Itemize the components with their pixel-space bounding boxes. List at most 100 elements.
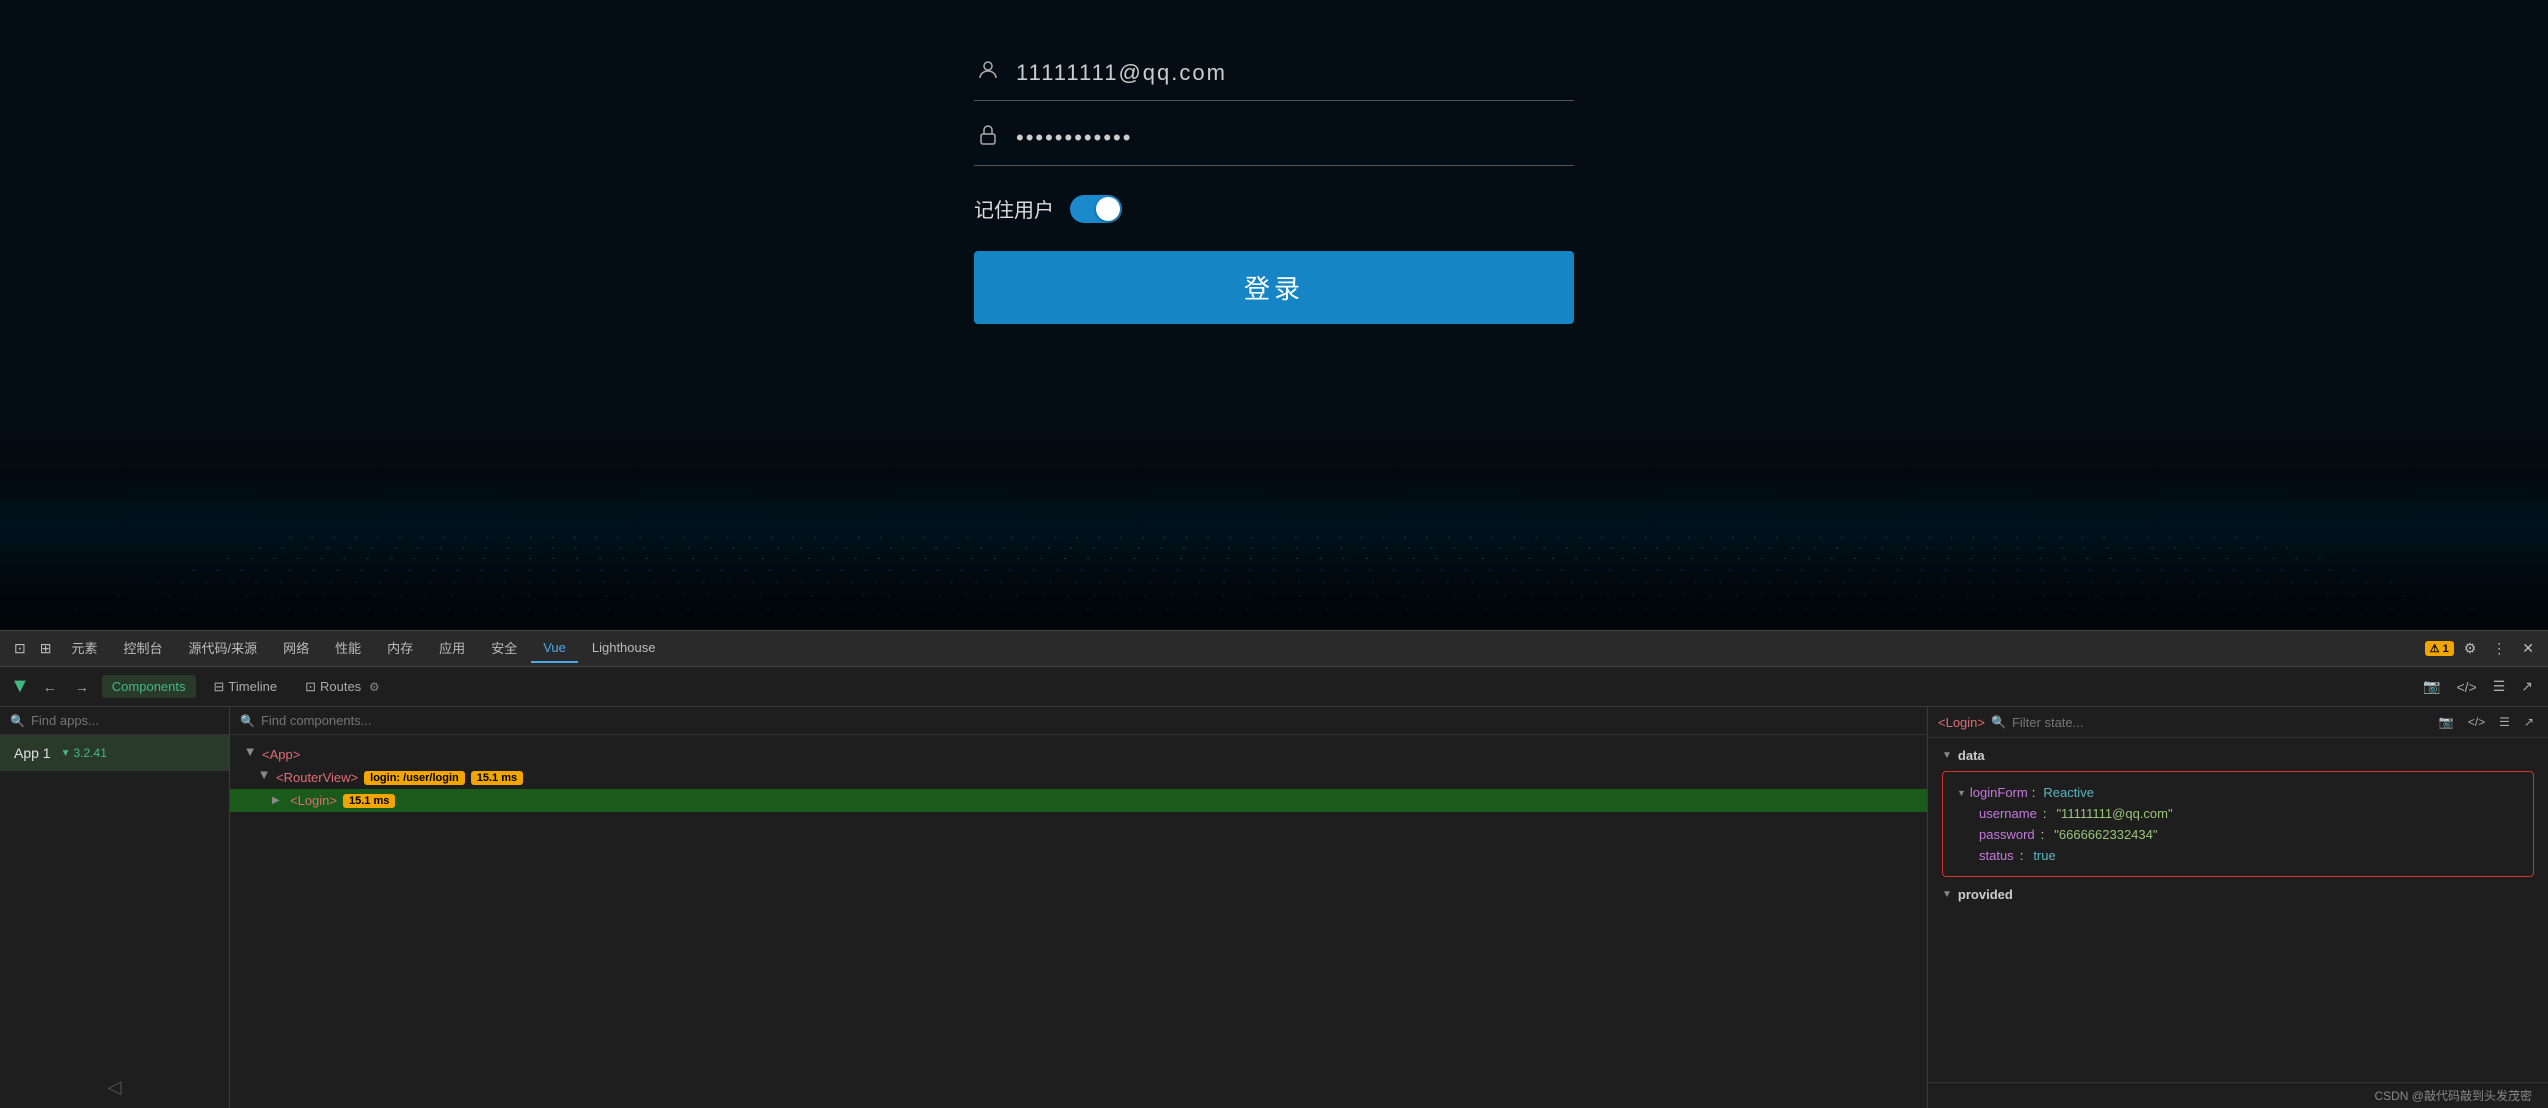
tab-memory[interactable]: 内存: [375, 632, 425, 665]
app-tag: <App>: [262, 747, 300, 762]
login-tag: <Login>: [290, 793, 337, 808]
find-apps-input[interactable]: [31, 713, 219, 728]
state-screenshot-icon[interactable]: 📷: [2435, 713, 2458, 731]
router-view-tag: <RouterView>: [276, 770, 358, 785]
user-icon: [974, 58, 1002, 88]
password-key: password: [1979, 827, 2035, 842]
tree-node-app[interactable]: ▶ <App>: [230, 743, 1927, 766]
devtools-close-icon[interactable]: ✕: [2516, 636, 2540, 661]
password-colon: :: [2041, 827, 2045, 842]
login-form-row: ▼ loginForm : Reactive: [1957, 782, 2519, 803]
devtools-more-icon[interactable]: ⋮: [2486, 636, 2512, 661]
login-form: 记住用户 登录: [974, 46, 1574, 324]
username-colon: :: [2043, 806, 2047, 821]
vue-devtools: ▼ ← → Components ⊟Timeline ⊡Routes ⚙ 📷 <…: [0, 667, 2548, 1108]
vue-app-sidebar: 🔍 App 1 ▼ 3.2.41 ◁: [0, 707, 230, 1108]
vue-component-tree: 🔍 ▶ <App> ▶ <RouterView> login: /user/lo…: [230, 707, 1928, 1108]
login-form-type: Reactive: [2043, 785, 2094, 800]
warning-badge: ⚠ 1: [2425, 641, 2454, 656]
devtools-inspect-icon[interactable]: ⊞: [34, 636, 58, 661]
app-1-name: App 1: [14, 745, 51, 761]
password-row: [974, 111, 1574, 166]
state-component-tag: <Login>: [1938, 715, 1985, 730]
tab-network[interactable]: 网络: [271, 632, 321, 665]
status-value: true: [2033, 848, 2055, 863]
provided-label: provided: [1958, 887, 2013, 902]
router-caret-icon: ▶: [259, 772, 270, 784]
lock-icon: [974, 123, 1002, 153]
find-comp-search-icon: 🔍: [240, 714, 255, 728]
login-button[interactable]: 登录: [974, 251, 1574, 324]
vue-tab-routes[interactable]: ⊡Routes ⚙: [295, 675, 390, 699]
tab-application[interactable]: 应用: [427, 632, 477, 665]
tab-performance[interactable]: 性能: [323, 632, 373, 665]
vue-logo: ▼: [10, 675, 30, 698]
router-time: 15.1 ms: [471, 771, 523, 785]
state-content: ▼ data ▼ loginForm : Reactive: [1928, 738, 2548, 1082]
username-value: "11111111@qq.com": [2056, 806, 2172, 821]
state-code-icon[interactable]: </>: [2464, 713, 2489, 731]
open-editor-icon[interactable]: ↗: [2516, 675, 2538, 698]
tab-lighthouse[interactable]: Lighthouse: [580, 634, 668, 663]
find-apps-bar: 🔍: [0, 707, 229, 735]
tab-security[interactable]: 安全: [479, 632, 529, 665]
state-format-icon[interactable]: ☰: [2495, 713, 2514, 731]
state-search-icon: 🔍: [1991, 715, 2006, 729]
password-input[interactable]: [1016, 125, 1574, 151]
vue-back-button[interactable]: ←: [38, 676, 62, 698]
find-components-input[interactable]: [261, 713, 1917, 728]
data-section-header: ▼ data: [1942, 748, 2534, 763]
tab-sources[interactable]: 源代码/来源: [177, 632, 270, 665]
inspect-elements-icon[interactable]: ☰: [2488, 675, 2511, 698]
toggle-knob: [1096, 197, 1120, 221]
app-version: 3.2.41: [74, 746, 107, 760]
remember-row: 记住用户: [974, 194, 1574, 223]
tree-node-router-view[interactable]: ▶ <RouterView> login: /user/login 15.1 m…: [230, 766, 1927, 789]
find-components-bar: 🔍: [230, 707, 1927, 735]
screenshot-icon[interactable]: 📷: [2418, 675, 2445, 698]
code-icon[interactable]: </>: [2451, 676, 2481, 698]
username-key: username: [1979, 806, 2037, 821]
devtools-tabs-bar: ⊡ ⊞ 元素 控制台 源代码/来源 网络 性能 内存 应用 安全 Vue Lig…: [0, 631, 2548, 667]
find-apps-search-icon: 🔍: [10, 714, 25, 728]
data-section-label: data: [1958, 748, 1985, 763]
login-caret-icon: ▶: [272, 795, 284, 806]
password-value: "6666662332434": [2054, 827, 2157, 842]
provided-caret-icon: ▼: [1942, 889, 1952, 900]
email-row: [974, 46, 1574, 101]
tab-vue[interactable]: Vue: [531, 634, 578, 663]
tab-console[interactable]: 控制台: [111, 632, 174, 665]
email-input[interactable]: [1016, 60, 1574, 86]
tab-elements[interactable]: 元素: [59, 632, 109, 665]
version-arrow-icon: ▼: [61, 748, 71, 759]
devtools-right-icons: ⚠ 1 ⚙ ⋮ ✕: [2425, 636, 2540, 661]
remember-label: 记住用户: [974, 194, 1054, 223]
tree-node-login[interactable]: ▶ <Login> 15.1 ms: [230, 789, 1927, 812]
data-section-caret-icon: ▼: [1942, 750, 1952, 761]
login-form-colon: :: [2032, 785, 2036, 800]
vue-forward-button[interactable]: →: [70, 676, 94, 698]
vue-state-panel: <Login> 🔍 📷 </> ☰ ↗ ▼ data: [1928, 707, 2548, 1108]
routes-settings-icon[interactable]: ⚙: [369, 680, 380, 694]
bottom-bar: CSDN @敲代码敲到头发茂密: [1928, 1082, 2548, 1108]
devtools-settings-icon[interactable]: ⚙: [2458, 636, 2483, 661]
vue-tab-components[interactable]: Components: [102, 675, 196, 698]
app-1-item[interactable]: App 1 ▼ 3.2.41: [0, 735, 229, 771]
tree-content: ▶ <App> ▶ <RouterView> login: /user/logi…: [230, 735, 1927, 1108]
state-icons: 📷 </> ☰ ↗: [2435, 713, 2538, 731]
login-form-key: loginForm: [1970, 785, 2028, 800]
login-page: 记住用户 登录: [0, 0, 2548, 430]
state-open-icon[interactable]: ↗: [2520, 713, 2538, 731]
attribution-text: CSDN @敲代码敲到头发茂密: [2374, 1087, 2532, 1104]
filter-state-input[interactable]: [2012, 715, 2429, 730]
vue-toolbar-right: 📷 </> ☰ ↗: [2418, 675, 2538, 698]
devtools-dock-icon[interactable]: ⊡: [8, 636, 32, 661]
sidebar-collapse-icon[interactable]: ◁: [108, 1077, 122, 1098]
state-header: <Login> 🔍 📷 </> ☰ ↗: [1928, 707, 2548, 738]
login-form-key-outer: ▼ loginForm : Reactive: [1957, 785, 2094, 800]
vue-tab-timeline[interactable]: ⊟Timeline: [204, 675, 288, 699]
remember-toggle[interactable]: [1070, 195, 1122, 223]
vue-panels: 🔍 App 1 ▼ 3.2.41 ◁ 🔍: [0, 707, 2548, 1108]
login-form-state-box: ▼ loginForm : Reactive username : "11111…: [1942, 771, 2534, 877]
vue-version-badge: ▼ 3.2.41: [61, 746, 107, 760]
